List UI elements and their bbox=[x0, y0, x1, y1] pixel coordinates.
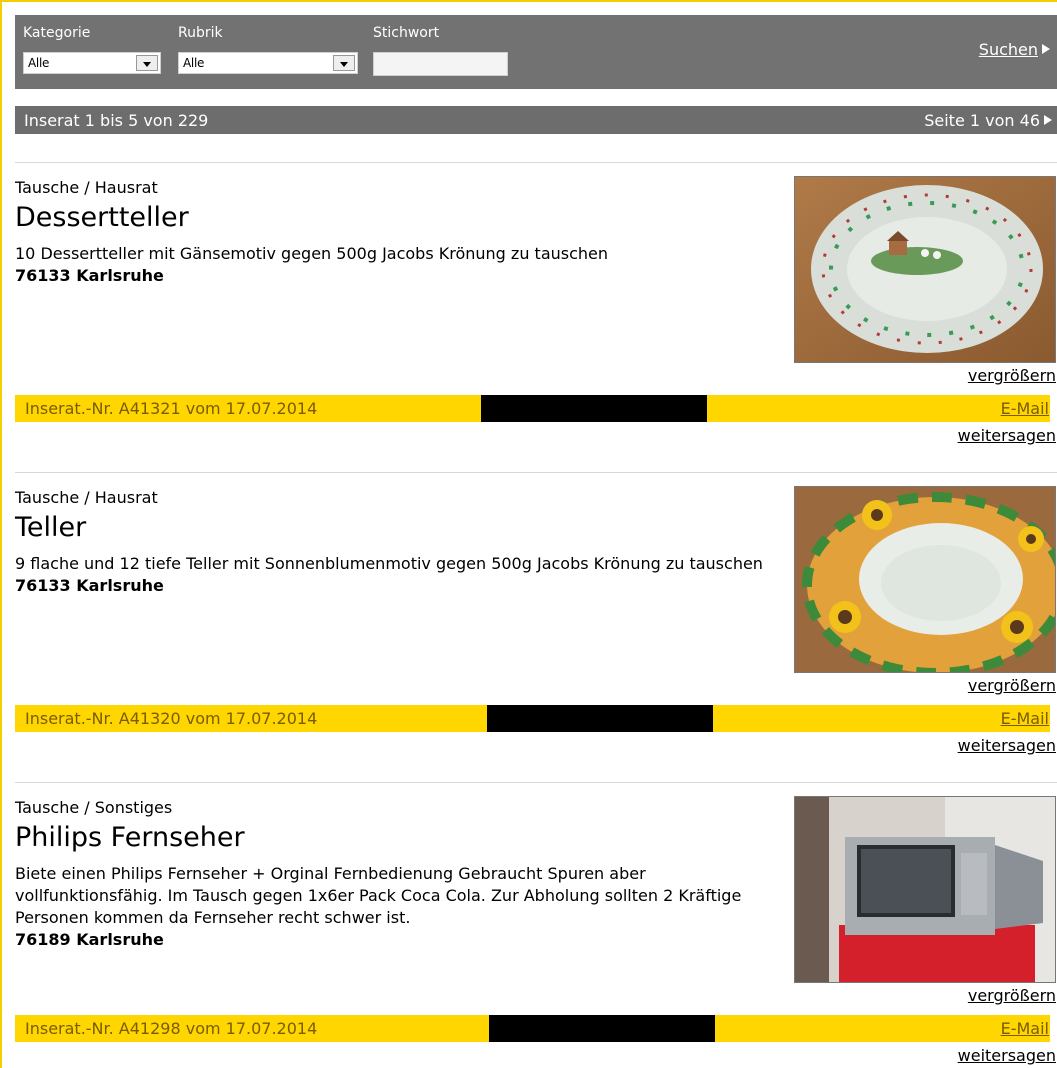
rubric-select[interactable]: Alle bbox=[178, 52, 358, 74]
search-button-label[interactable]: Suchen bbox=[979, 40, 1038, 59]
email-link[interactable]: E-Mail bbox=[1001, 399, 1049, 418]
page-indicator[interactable]: Seite 1 von 46 bbox=[924, 111, 1052, 130]
search-bar: Kategorie Alle Rubrik Alle Stichwort Suc… bbox=[15, 15, 1057, 89]
ad-number: Inserat.-Nr. A41320 vom 17.07.2014 bbox=[25, 709, 318, 728]
chevron-down-icon[interactable] bbox=[136, 55, 158, 71]
divider bbox=[15, 472, 1057, 473]
frame-border-top bbox=[0, 0, 1057, 2]
listing-location: 76189 Karlsruhe bbox=[15, 930, 164, 949]
share-link[interactable]: weitersagen bbox=[958, 1046, 1056, 1065]
results-bar: Inserat 1 bis 5 von 229 Seite 1 von 46 bbox=[15, 106, 1057, 134]
listing-description: Biete einen Philips Fernseher + Orginal … bbox=[15, 863, 785, 951]
listing-description-text: 9 flache und 12 tiefe Teller mit Sonnenb… bbox=[15, 554, 763, 573]
redaction-block bbox=[487, 705, 713, 732]
listing-category: Tausche / Sonstiges bbox=[15, 798, 173, 817]
email-link[interactable]: E-Mail bbox=[1001, 709, 1049, 728]
listing-title: Teller bbox=[15, 512, 87, 543]
category-select-value: Alle bbox=[28, 56, 50, 70]
listing-info-bar: Inserat.-Nr. A41298 vom 17.07.2014 E-Mai… bbox=[15, 1015, 1050, 1042]
plate-photo bbox=[795, 177, 1055, 362]
listing-location: 76133 Karlsruhe bbox=[15, 266, 164, 285]
rubric-label: Rubrik bbox=[178, 25, 223, 41]
page-indicator-label[interactable]: Seite 1 von 46 bbox=[924, 111, 1040, 130]
chevron-down-icon[interactable] bbox=[333, 55, 355, 71]
listing-title: Philips Fernseher bbox=[15, 822, 245, 853]
listing-category: Tausche / Hausrat bbox=[15, 178, 158, 197]
listing-description-text: Biete einen Philips Fernseher + Orginal … bbox=[15, 864, 742, 927]
play-arrow-icon[interactable] bbox=[1044, 115, 1052, 125]
keyword-label: Stichwort bbox=[373, 25, 440, 41]
bowl-photo bbox=[795, 487, 1055, 672]
listing-category: Tausche / Hausrat bbox=[15, 488, 158, 507]
divider bbox=[15, 162, 1057, 163]
enlarge-link[interactable]: vergrößern bbox=[968, 366, 1056, 385]
ad-number: Inserat.-Nr. A41321 vom 17.07.2014 bbox=[25, 399, 318, 418]
keyword-input[interactable] bbox=[373, 52, 508, 76]
play-arrow-icon bbox=[1042, 44, 1050, 54]
tv-photo bbox=[795, 797, 1055, 982]
listing-location: 76133 Karlsruhe bbox=[15, 576, 164, 595]
redaction-block bbox=[481, 395, 707, 422]
share-link[interactable]: weitersagen bbox=[958, 426, 1056, 445]
category-select[interactable]: Alle bbox=[23, 52, 161, 74]
listing-photo[interactable] bbox=[794, 486, 1056, 673]
category-label: Kategorie bbox=[23, 25, 91, 41]
share-link[interactable]: weitersagen bbox=[958, 736, 1056, 755]
listing-description: 9 flache und 12 tiefe Teller mit Sonnenb… bbox=[15, 553, 785, 597]
results-summary: Inserat 1 bis 5 von 229 bbox=[24, 111, 209, 130]
listing-info-bar: Inserat.-Nr. A41320 vom 17.07.2014 E-Mai… bbox=[15, 705, 1050, 732]
listing-title: Dessertteller bbox=[15, 202, 189, 233]
search-button[interactable]: Suchen bbox=[979, 40, 1050, 59]
listing-photo[interactable] bbox=[794, 176, 1056, 363]
listing-description: 10 Dessertteller mit Gänsemotiv gegen 50… bbox=[15, 243, 785, 287]
rubric-select-value: Alle bbox=[183, 56, 205, 70]
enlarge-link[interactable]: vergrößern bbox=[968, 676, 1056, 695]
enlarge-link[interactable]: vergrößern bbox=[968, 986, 1056, 1005]
listing-description-text: 10 Dessertteller mit Gänsemotiv gegen 50… bbox=[15, 244, 609, 263]
email-link[interactable]: E-Mail bbox=[1001, 1019, 1049, 1038]
listing-photo[interactable] bbox=[794, 796, 1056, 983]
ad-number: Inserat.-Nr. A41298 vom 17.07.2014 bbox=[25, 1019, 318, 1038]
listing-info-bar: Inserat.-Nr. A41321 vom 17.07.2014 E-Mai… bbox=[15, 395, 1050, 422]
frame-border-left bbox=[0, 0, 2, 1068]
divider bbox=[15, 782, 1057, 783]
redaction-block bbox=[489, 1015, 715, 1042]
